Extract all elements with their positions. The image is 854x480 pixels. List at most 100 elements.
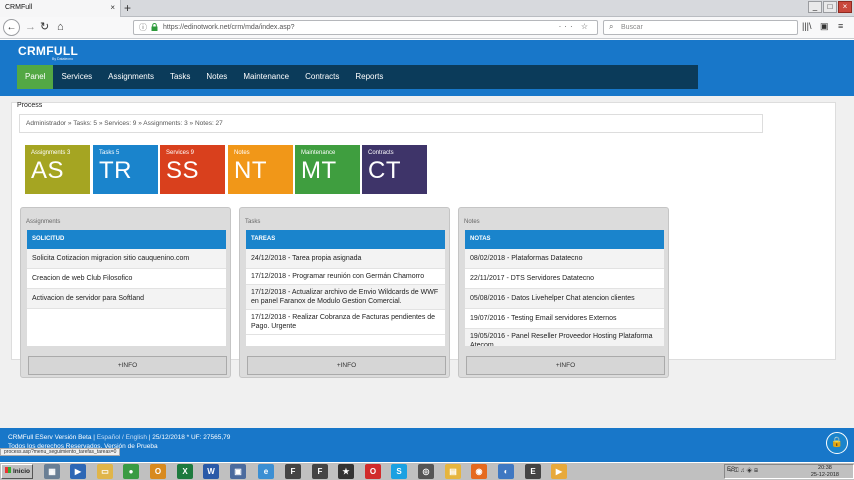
minimize-icon[interactable]: _ (808, 1, 822, 13)
menu-assignments[interactable]: Assignments (100, 65, 162, 89)
notes-box: Notes NOTAS 08/02/2018 - Plataformas Dat… (458, 207, 669, 378)
menu-reports[interactable]: Reports (347, 65, 391, 89)
back-icon[interactable]: ← (3, 19, 20, 36)
clock-time: 20:38 (818, 465, 832, 471)
tile-label: Notes (234, 150, 250, 156)
footer-info: CRMFull EServ Versión Beta | Español / E… (8, 434, 230, 441)
list-header: NOTAS (465, 230, 664, 249)
notes-info-button[interactable]: +INFO (466, 356, 665, 375)
filezilla-icon[interactable]: F (285, 464, 301, 479)
word-icon[interactable]: W (203, 464, 219, 479)
lock-icon (151, 23, 158, 31)
reload-icon[interactable]: ↻ (40, 20, 49, 34)
menu-panel[interactable]: Panel (17, 65, 54, 89)
assignments-info-button[interactable]: +INFO (28, 356, 227, 375)
page-actions-icon[interactable]: ··· ☆ (559, 22, 591, 31)
list-item[interactable]: Solicita Cotizacion migracion sitio cauq… (27, 249, 226, 269)
media-icon[interactable]: ▶ (551, 464, 567, 479)
browser-app-icon[interactable]: ◐ (498, 464, 514, 479)
tile-services[interactable]: Services 9 SS (160, 145, 225, 194)
list-item[interactable]: 17/12/2018 - Actualizar archivo de Envio… (246, 285, 445, 310)
star-app-icon[interactable]: ★ (338, 464, 354, 479)
chrome-icon[interactable]: ● (123, 464, 139, 479)
sidebar-icon[interactable]: ▣ (820, 21, 829, 32)
new-tab-icon[interactable]: + (124, 1, 131, 15)
opera-icon[interactable]: O (365, 464, 381, 479)
visual-studio-icon[interactable]: ▶ (70, 464, 86, 479)
browser-tab[interactable]: CRMFull × (0, 0, 121, 17)
url-text: https://edinotwork.net/crm/mda/index.asp… (163, 24, 295, 31)
office-app-icon[interactable]: O (150, 464, 166, 479)
list-item[interactable]: 19/07/2016 - Testing Email servidores Ex… (465, 309, 664, 329)
notes-app-icon[interactable]: ▤ (445, 464, 461, 479)
info-icon[interactable]: ⓘ (139, 22, 147, 33)
breadcrumb: Administrador » Tasks: 5 » Services: 9 »… (19, 114, 763, 133)
app-header: CRMFULL By Datatecno Panel Services Assi… (0, 40, 854, 96)
list-item[interactable]: Activacion de servidor para Softland (27, 289, 226, 309)
list-header: SOLICITUD (27, 230, 226, 249)
start-button[interactable]: Inicio (1, 464, 33, 479)
tile-contracts[interactable]: Contracts CT (362, 145, 427, 194)
assignments-box: Assignments SOLICITUD Solicita Cotizacio… (20, 207, 231, 378)
close-window-icon[interactable]: × (838, 1, 852, 13)
list-item[interactable]: 24/12/2018 - Tarea propia asignada (246, 249, 445, 269)
menu-contracts[interactable]: Contracts (297, 65, 347, 89)
home-icon[interactable]: ⌂ (57, 20, 64, 34)
list-item[interactable]: 17/12/2018 - Realizar Cobranza de Factur… (246, 310, 445, 335)
skype-icon[interactable]: S (391, 464, 407, 479)
remote-desktop-icon[interactable]: ▣ (230, 464, 246, 479)
app-icon[interactable]: ◎ (418, 464, 434, 479)
menu-services[interactable]: Services (53, 65, 100, 89)
list-item[interactable]: 05/08/2016 - Datos Livehelper Chat atenc… (465, 289, 664, 309)
tile-code: NT (234, 157, 267, 184)
library-icon[interactable]: |||\ (802, 21, 812, 31)
forward-icon[interactable]: → (25, 20, 36, 34)
notes-list: NOTAS 08/02/2018 - Plataformas Datatecno… (465, 230, 664, 346)
editor-icon[interactable]: E (525, 464, 541, 479)
box-title: Notes (464, 219, 480, 225)
tile-tasks[interactable]: Tasks 5 TR (93, 145, 158, 194)
filezilla-alt-icon[interactable]: F (312, 464, 328, 479)
tile-assignments[interactable]: Assignments 3 AS (25, 145, 90, 194)
list-item[interactable]: Creacion de web Club Filosofico (27, 269, 226, 289)
language-link[interactable]: Español / English (97, 434, 147, 441)
list-item[interactable]: 19/05/2016 - Panel Reseller Proveedor Ho… (465, 329, 664, 346)
tile-label: Services 9 (166, 150, 195, 156)
list-item[interactable]: 22/11/2017 - DTS Servidores Datatecno (465, 269, 664, 289)
menu-notes[interactable]: Notes (198, 65, 235, 89)
start-label: Inicio (13, 468, 30, 475)
list-item[interactable]: 17/12/2018 - Programar reunión con Germá… (246, 269, 445, 285)
search-icon: ⌕ (609, 22, 614, 31)
padlock-icon[interactable]: 🔒 (826, 432, 848, 454)
footer-version: CRMFull EServ Versión Beta | (8, 434, 95, 441)
maximize-icon[interactable]: □ (823, 1, 837, 13)
tray-icons[interactable]: « ⚿ ♫ ◈ ⊞ (729, 468, 758, 475)
clock[interactable]: 20:38 25-12-2018 (811, 465, 839, 479)
tile-label: Tasks 5 (99, 150, 120, 156)
search-input[interactable]: ⌕ Buscar (603, 20, 798, 35)
browser-status-text: process.asp?menu_seguimiento_tarefas_tar… (0, 448, 121, 456)
close-tab-icon[interactable]: × (110, 3, 115, 12)
menu-maintenance[interactable]: Maintenance (235, 65, 297, 89)
firefox-icon[interactable]: ◉ (471, 464, 487, 479)
list-item[interactable]: 08/02/2018 - Plataformas Datatecno (465, 249, 664, 269)
url-bar[interactable]: ⓘ https://edinotwork.net/crm/mda/index.a… (133, 20, 598, 35)
tasks-info-button[interactable]: +INFO (247, 356, 446, 375)
page-footer: CRMFull EServ Versión Beta | Español / E… (0, 428, 854, 462)
list-header: TAREAS (246, 230, 445, 249)
network-app-icon[interactable]: ▦ (44, 464, 60, 479)
tile-code: AS (31, 157, 65, 184)
browser-tab-bar: CRMFull × + _ □ × (0, 0, 854, 17)
tile-code: TR (99, 157, 132, 184)
logo[interactable]: CRMFULL (18, 44, 78, 58)
excel-icon[interactable]: X (177, 464, 193, 479)
tile-maintenance[interactable]: Maintenance MT (295, 145, 360, 194)
system-tray: « ⚿ ♫ ◈ ⊞ 20:38 25-12-2018 (724, 464, 854, 479)
folder-icon[interactable]: ▭ (97, 464, 113, 479)
menu-icon[interactable]: ≡ (838, 21, 843, 31)
tile-notes[interactable]: Notes NT (228, 145, 293, 194)
menu-tasks[interactable]: Tasks (162, 65, 198, 89)
internet-explorer-icon[interactable]: e (258, 464, 274, 479)
os-taskbar: Inicio ▦ ▶ ▭ ● O X W ▣ e F F ★ O S ◎ ▤ ◉… (0, 462, 854, 480)
assignments-list: SOLICITUD Solicita Cotizacion migracion … (27, 230, 226, 346)
